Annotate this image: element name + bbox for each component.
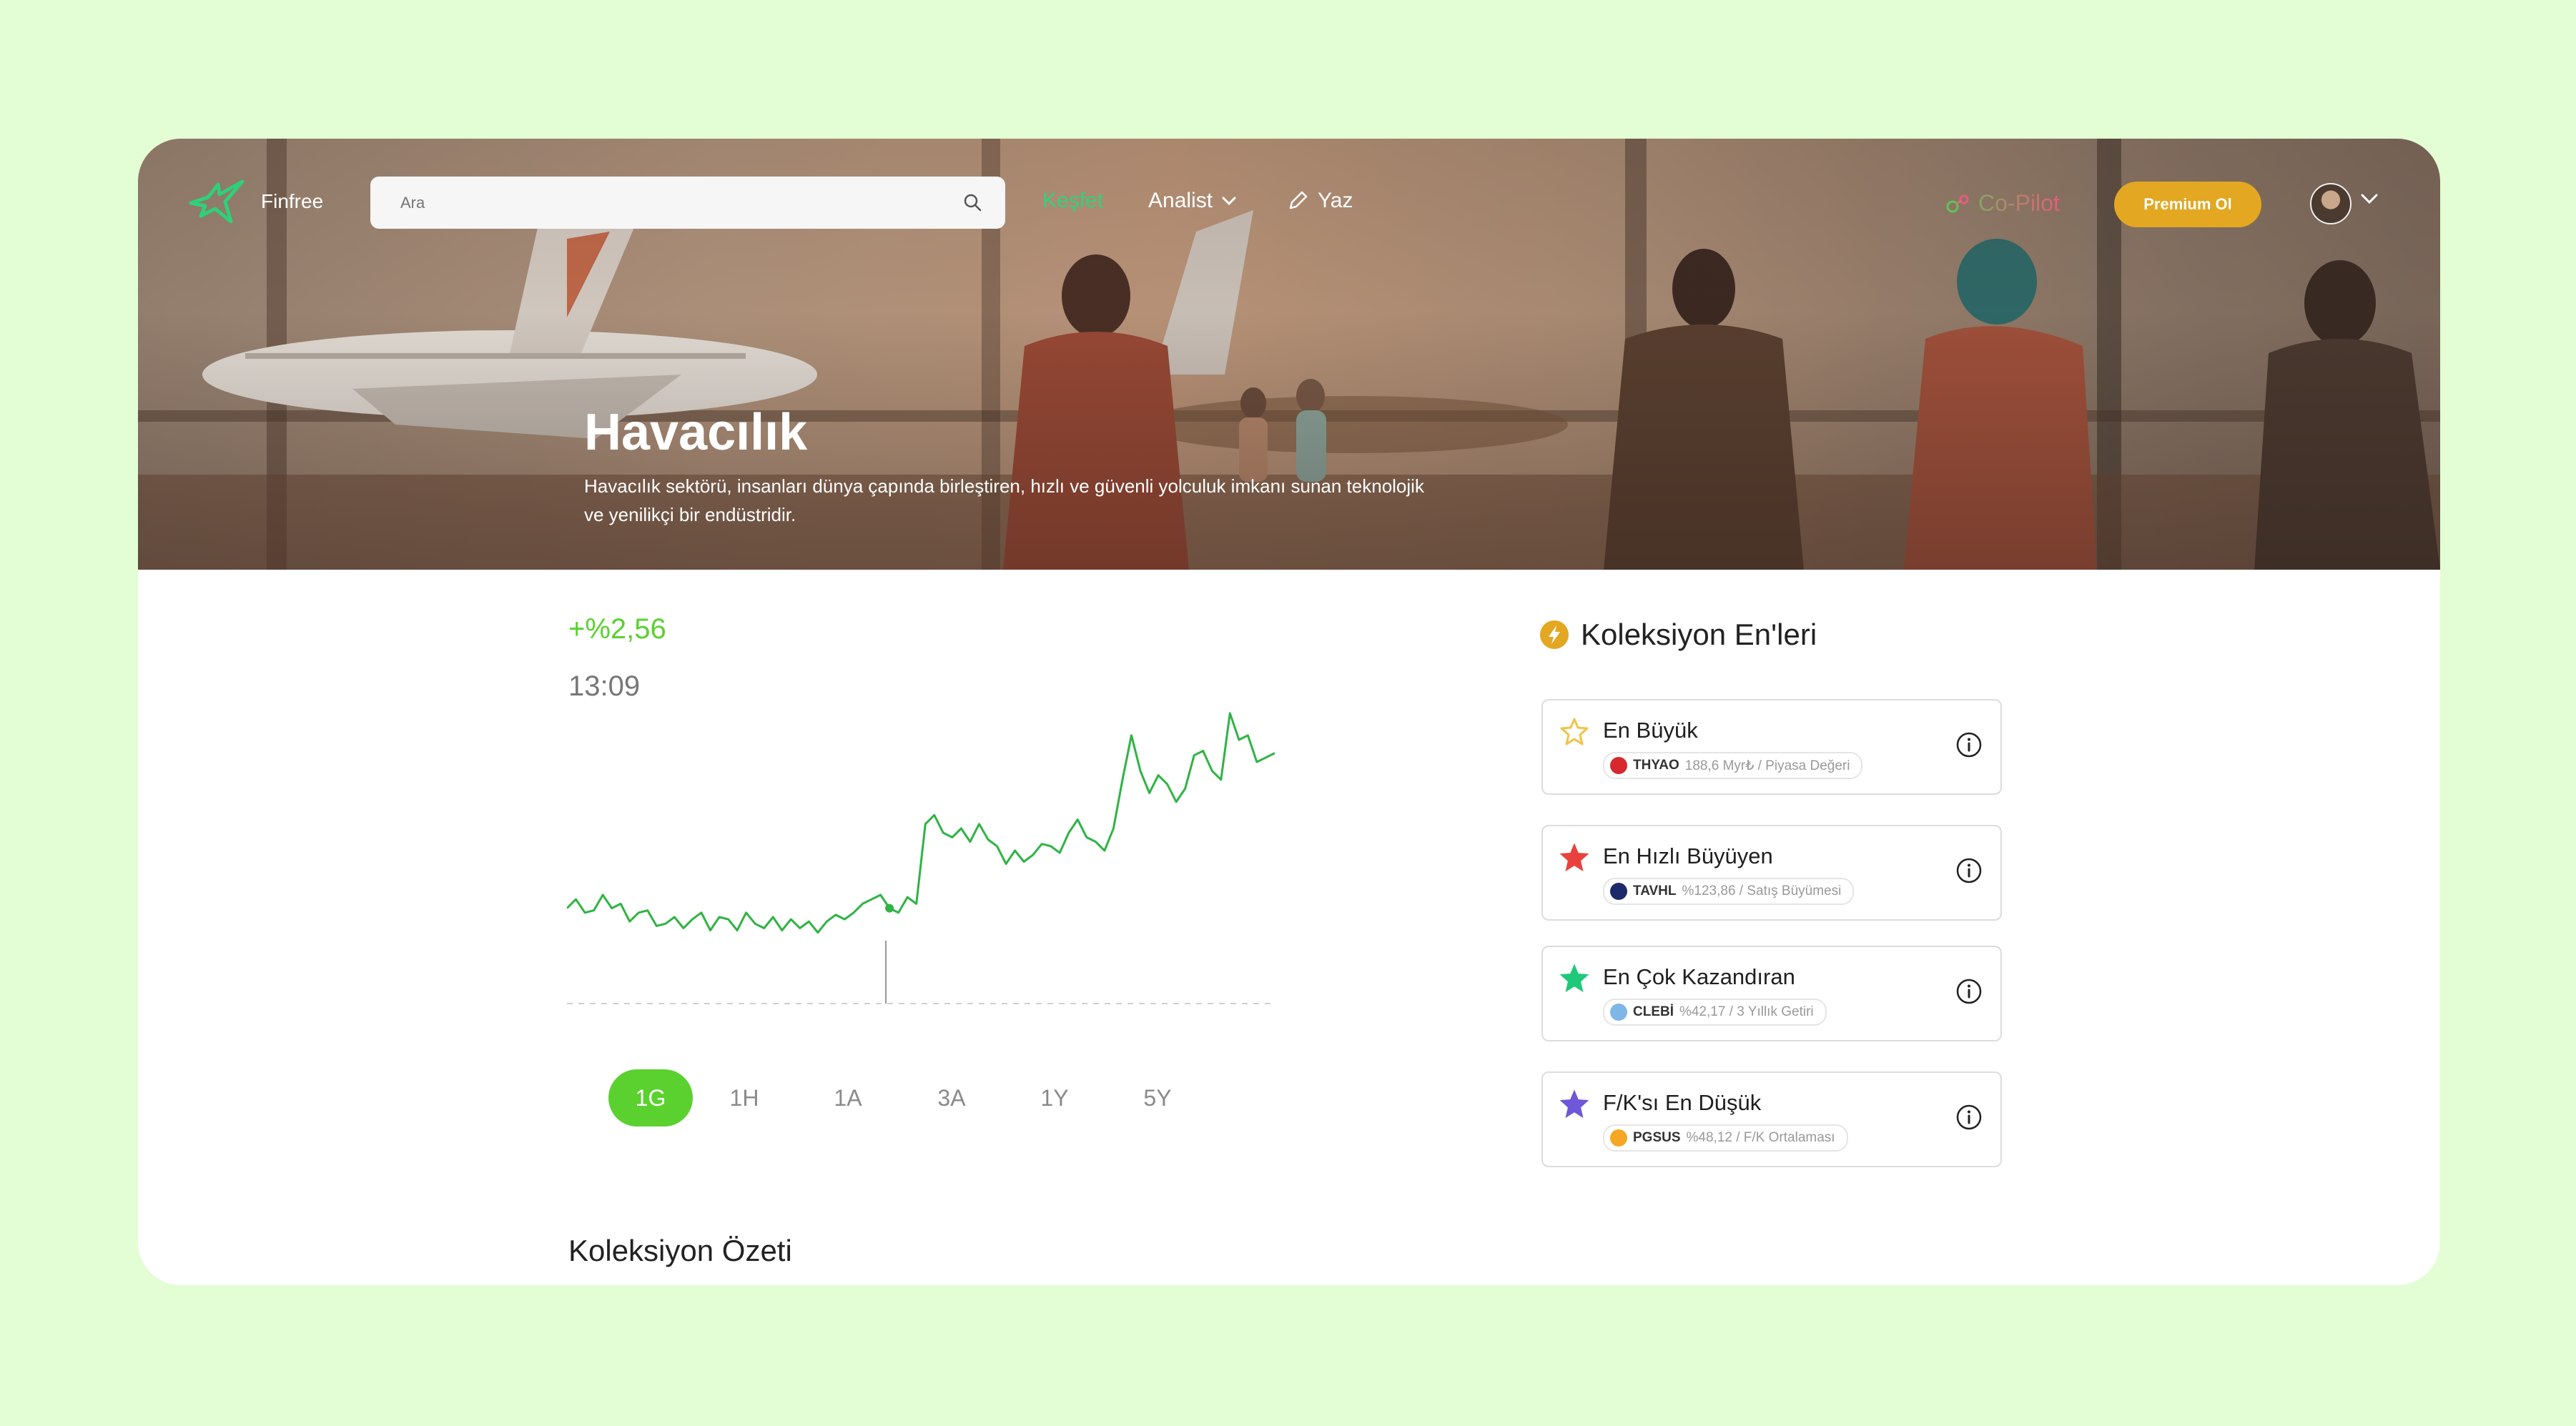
- stock-logo-icon: [1610, 757, 1627, 774]
- chart-time: 13:09: [568, 670, 641, 702]
- price-change: +%2,56: [568, 613, 666, 645]
- unicorn-logo-icon: [189, 179, 245, 224]
- info-icon[interactable]: [1955, 977, 1983, 1006]
- copilot-button[interactable]: Co-Pilot: [1945, 190, 2060, 217]
- pencil-icon: [1289, 191, 1308, 209]
- range-1a-button[interactable]: 1A: [819, 1069, 877, 1127]
- range-1g-button[interactable]: 1G: [608, 1069, 693, 1127]
- profile-chevron-icon[interactable]: [2360, 193, 2379, 204]
- stock-ticker: TAVHL: [1633, 883, 1677, 898]
- stock-metric: %48,12 / F/K Ortalaması: [1686, 1130, 1835, 1145]
- chevron-down-icon: [1222, 197, 1236, 206]
- stock-logo-icon: [1610, 1004, 1627, 1021]
- search-input[interactable]: [399, 192, 945, 213]
- page-description: Havacılık sektörü, insanları dünya çapın…: [584, 475, 1424, 525]
- price-chart[interactable]: [567, 710, 1282, 1011]
- search-icon[interactable]: [962, 192, 982, 212]
- avatar[interactable]: [2310, 183, 2352, 224]
- nav-analist[interactable]: Analist: [1148, 189, 1237, 213]
- info-icon[interactable]: [1955, 856, 1983, 885]
- collection-item-title: En Hızlı Büyüyen: [1603, 843, 1773, 868]
- collection-item-en-buyuk[interactable]: En Büyük THYAO 188,6 Myr₺ / Piyasa Değer…: [1541, 699, 2002, 795]
- range-1h-button[interactable]: 1H: [716, 1069, 773, 1127]
- collection-summary-title: Koleksiyon Özeti: [568, 1234, 792, 1267]
- nav-kesfet[interactable]: Keşfet: [1042, 189, 1103, 213]
- stock-logo-icon: [1610, 1129, 1627, 1147]
- stock-pill[interactable]: CLEBİ %42,17 / 3 Yıllık Getiri: [1603, 999, 1827, 1026]
- stock-pill[interactable]: TAVHL %123,86 / Satış Büyümesi: [1603, 878, 1855, 905]
- collection-item-fk-en-dusuk[interactable]: F/K'sı En Düşük PGSUS %48,12 / F/K Ortal…: [1541, 1071, 2002, 1167]
- copilot-icon: [1946, 194, 1969, 212]
- collection-item-title: F/K'sı En Düşük: [1603, 1090, 1762, 1115]
- star-icon: [1559, 1089, 1589, 1119]
- range-3a-button[interactable]: 3A: [923, 1069, 980, 1127]
- hero-banner: Finfree Keşfet Analist Yaz: [138, 139, 2440, 570]
- nav-kesfet-label: Keşfet: [1042, 189, 1104, 212]
- stock-metric: %123,86 / Satış Büyümesi: [1682, 883, 1842, 898]
- stock-ticker: PGSUS: [1633, 1130, 1681, 1145]
- star-icon: [1560, 718, 1589, 746]
- collection-title: Koleksiyon En'leri: [1581, 618, 1817, 651]
- stock-ticker: THYAO: [1633, 758, 1679, 773]
- stock-pill[interactable]: THYAO 188,6 Myr₺ / Piyasa Değeri: [1603, 752, 1863, 779]
- info-icon[interactable]: [1955, 731, 1983, 759]
- star-icon: [1559, 843, 1589, 872]
- stock-pill[interactable]: PGSUS %48,12 / F/K Ortalaması: [1603, 1124, 1848, 1152]
- collection-item-en-cok-kazandiran[interactable]: En Çok Kazandıran CLEBİ %42,17 / 3 Yıllı…: [1541, 946, 2002, 1041]
- range-1y-button[interactable]: 1Y: [1026, 1069, 1083, 1127]
- stock-metric: 188,6 Myr₺ / Piyasa Değeri: [1684, 758, 1850, 773]
- collection-header: Koleksiyon En'leri: [1539, 618, 1817, 652]
- chart-hover-point: [885, 903, 894, 913]
- nav-analist-label: Analist: [1148, 189, 1213, 212]
- copilot-label: Co-Pilot: [1978, 190, 2060, 216]
- collection-item-title: En Büyük: [1603, 718, 1698, 743]
- brand-logo[interactable]: Finfree: [187, 179, 323, 224]
- stock-metric: %42,17 / 3 Yıllık Getiri: [1679, 1004, 1814, 1019]
- main-card: Finfree Keşfet Analist Yaz: [138, 139, 2440, 1285]
- stock-ticker: CLEBİ: [1633, 1004, 1674, 1019]
- nav-yaz-label: Yaz: [1318, 189, 1353, 212]
- lightning-icon: [1540, 620, 1569, 649]
- premium-button[interactable]: Premium Ol: [2114, 182, 2261, 227]
- nav-yaz[interactable]: Yaz: [1286, 189, 1353, 213]
- stock-logo-icon: [1610, 883, 1627, 900]
- page-title: Havacılık: [584, 404, 808, 461]
- collection-item-title: En Çok Kazandıran: [1603, 964, 1795, 989]
- star-icon: [1559, 964, 1589, 993]
- range-5y-button[interactable]: 5Y: [1129, 1069, 1186, 1127]
- search-box: [370, 177, 1005, 229]
- chart-series-line: [567, 712, 1275, 934]
- collection-item-en-hizli-buyuyen[interactable]: En Hızlı Büyüyen TAVHL %123,86 / Satış B…: [1541, 825, 2002, 921]
- info-icon[interactable]: [1955, 1103, 1983, 1132]
- brand-name: Finfree: [261, 190, 324, 212]
